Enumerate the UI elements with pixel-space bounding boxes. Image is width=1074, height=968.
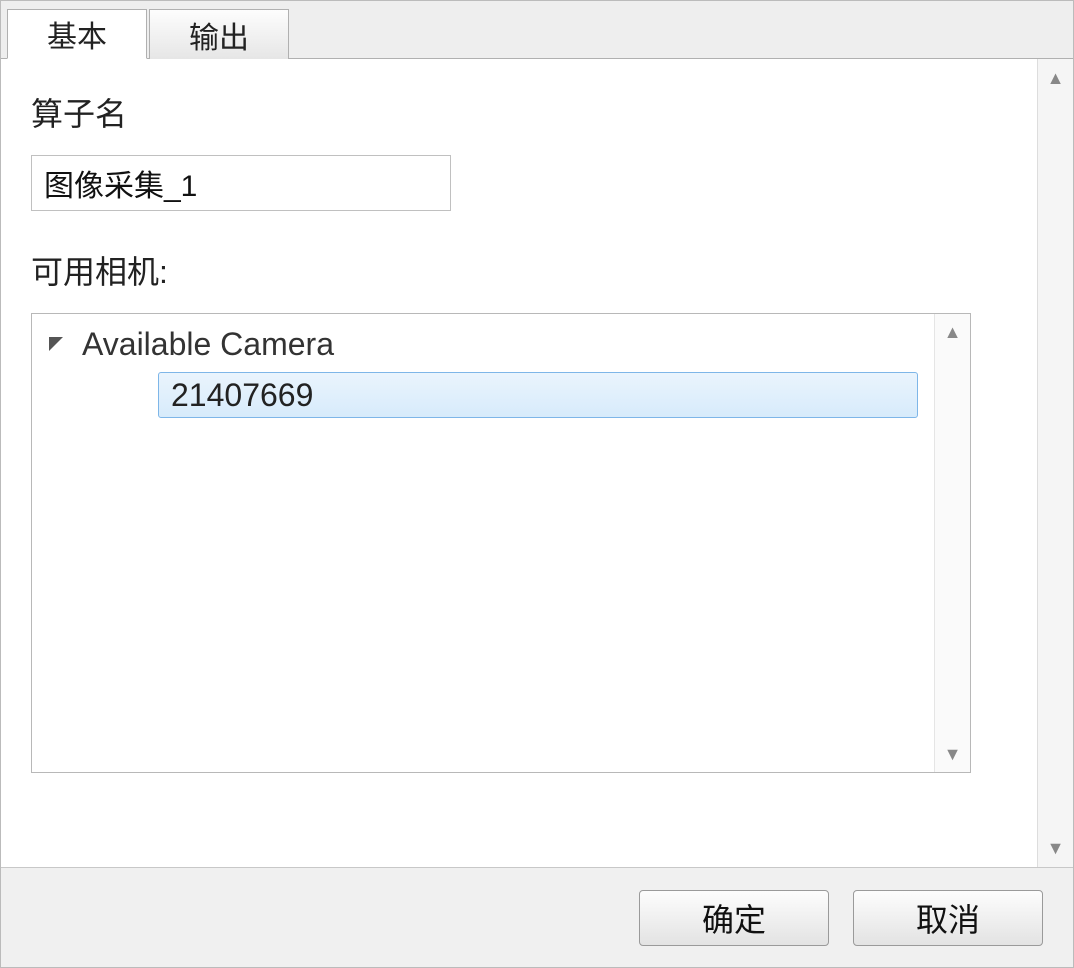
available-camera-label: 可用相机: — [31, 247, 1007, 293]
tab-content-basic: 算子名 可用相机: Available Camera 21407669 — [1, 59, 1037, 867]
scroll-down-icon[interactable]: ▼ — [1038, 833, 1073, 863]
tab-basic[interactable]: 基本 — [7, 9, 147, 59]
tree-root-node[interactable]: Available Camera — [42, 322, 924, 366]
tree-children: 21407669 — [158, 372, 924, 418]
ok-button[interactable]: 确定 — [639, 890, 829, 946]
dialog-button-bar: 确定 取消 — [1, 867, 1073, 967]
content-outer: 算子名 可用相机: Available Camera 21407669 — [1, 59, 1073, 867]
camera-tree-content: Available Camera 21407669 — [32, 314, 934, 772]
scroll-up-icon[interactable]: ▲ — [935, 318, 970, 346]
operator-name-input[interactable] — [31, 155, 451, 211]
panel-scrollbar[interactable]: ▲ ▼ — [1037, 59, 1073, 867]
scroll-down-icon[interactable]: ▼ — [935, 740, 970, 768]
cancel-button[interactable]: 取消 — [853, 890, 1043, 946]
camera-tree: Available Camera 21407669 ▲ ▼ — [31, 313, 971, 773]
operator-name-label: 算子名 — [31, 89, 1007, 135]
expander-icon[interactable] — [46, 334, 66, 354]
tree-root-label: Available Camera — [82, 326, 334, 363]
dialog-window: 基本 输出 算子名 可用相机: Available Camera 2140766… — [0, 0, 1074, 968]
scroll-up-icon[interactable]: ▲ — [1038, 63, 1073, 93]
tree-scrollbar[interactable]: ▲ ▼ — [934, 314, 970, 772]
tab-output[interactable]: 输出 — [149, 9, 289, 59]
tab-strip: 基本 输出 — [1, 1, 1073, 59]
tree-item-selected[interactable]: 21407669 — [158, 372, 918, 418]
